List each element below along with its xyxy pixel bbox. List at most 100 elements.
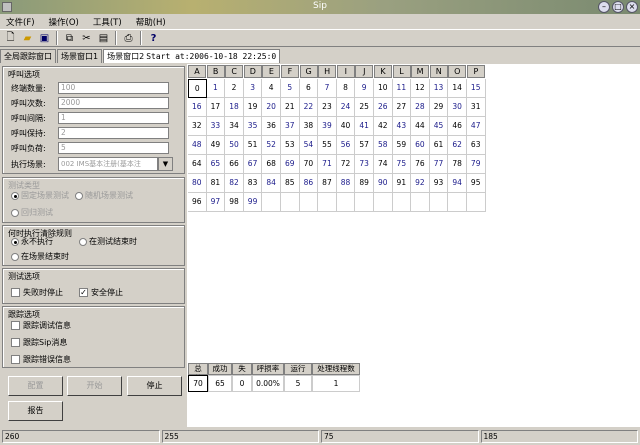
grid-cell[interactable]: 95 — [466, 174, 486, 193]
grid-cell[interactable]: 34 — [225, 117, 244, 136]
grid-cell[interactable]: 35 — [243, 117, 263, 136]
scene-select[interactable]: 002 IMS基本注册(基本注 — [58, 157, 158, 171]
grid-cell[interactable]: 98 — [225, 193, 244, 212]
grid-cell[interactable]: 66 — [225, 155, 244, 174]
grid-cell[interactable]: 16 — [188, 98, 207, 117]
grid-cell[interactable]: 22 — [299, 98, 319, 117]
grid-cell[interactable]: 49 — [206, 136, 226, 155]
grid-cell[interactable] — [318, 193, 337, 212]
grid-cell[interactable]: 37 — [280, 117, 300, 136]
menu-help[interactable]: 帮助(H) — [136, 16, 166, 28]
grid-cell[interactable]: 82 — [225, 174, 244, 193]
open-folder-icon[interactable]: ▰ — [20, 31, 35, 46]
grid-cell[interactable] — [299, 193, 319, 212]
grid-cell[interactable]: 40 — [336, 117, 356, 136]
grid-cell[interactable]: 78 — [448, 155, 467, 174]
grid-cell[interactable]: 30 — [448, 98, 467, 117]
grid-cell[interactable]: 10 — [373, 79, 393, 98]
grid-cell[interactable]: 47 — [466, 117, 486, 136]
grid-cell[interactable]: 28 — [411, 98, 430, 117]
grid-cell[interactable] — [280, 193, 300, 212]
grid-cell[interactable]: 50 — [225, 136, 244, 155]
grid-cell[interactable] — [392, 193, 412, 212]
call-hold-input[interactable]: 2 — [58, 127, 169, 139]
grid-cell[interactable] — [373, 193, 393, 212]
grid-cell[interactable] — [336, 193, 356, 212]
grid-cell[interactable]: 1 — [206, 79, 226, 98]
grid-cell[interactable]: 69 — [280, 155, 300, 174]
grid-cell[interactable]: 46 — [448, 117, 467, 136]
close-icon[interactable]: × — [626, 1, 638, 13]
grid-cell[interactable]: 14 — [448, 79, 467, 98]
grid-cell[interactable]: 59 — [392, 136, 412, 155]
grid-cell[interactable]: 4 — [262, 79, 281, 98]
grid-cell[interactable]: 25 — [355, 98, 374, 117]
call-interval-input[interactable]: 1 — [58, 112, 169, 124]
grid-cell[interactable]: 60 — [411, 136, 430, 155]
grid-cell[interactable]: 38 — [299, 117, 319, 136]
grid-cell[interactable]: 54 — [299, 136, 319, 155]
grid-cell[interactable]: 74 — [373, 155, 393, 174]
grid-cell[interactable] — [262, 193, 281, 212]
call-load-input[interactable]: 5 — [58, 142, 169, 154]
grid-cell[interactable]: 8 — [336, 79, 356, 98]
grid-cell[interactable]: 2 — [225, 79, 244, 98]
print-icon[interactable]: ⎙ — [121, 31, 136, 46]
grid-cell[interactable]: 17 — [206, 98, 226, 117]
tab-scene-2[interactable]: 场景窗口2 Start at:2006-10-18 22:25:0 — [103, 49, 281, 63]
grid-cell[interactable]: 44 — [411, 117, 430, 136]
grid-cell[interactable]: 57 — [355, 136, 374, 155]
grid-cell[interactable]: 85 — [280, 174, 300, 193]
radio-never[interactable]: 永不执行 — [11, 236, 53, 247]
grid-cell[interactable]: 63 — [466, 136, 486, 155]
grid-cell[interactable]: 56 — [336, 136, 356, 155]
tab-global-trace[interactable]: 全局跟踪窗口 — [0, 49, 56, 63]
grid-cell[interactable]: 52 — [262, 136, 281, 155]
new-file-icon[interactable]: 🗋 — [3, 31, 18, 46]
help-icon[interactable]: ? — [146, 31, 161, 46]
grid-cell[interactable]: 11 — [392, 79, 412, 98]
grid-cell[interactable]: 32 — [188, 117, 207, 136]
grid-cell[interactable]: 13 — [429, 79, 449, 98]
radio-on-test-end[interactable]: 在测试结束时 — [79, 236, 137, 247]
grid-cell[interactable] — [411, 193, 430, 212]
grid-cell[interactable]: 76 — [411, 155, 430, 174]
terminal-count-input[interactable]: 100 — [58, 82, 169, 94]
grid-cell[interactable]: 53 — [280, 136, 300, 155]
grid-cell[interactable]: 26 — [373, 98, 393, 117]
grid-cell[interactable]: 5 — [280, 79, 300, 98]
grid-cell[interactable]: 36 — [262, 117, 281, 136]
grid-cell[interactable]: 12 — [411, 79, 430, 98]
grid-cell[interactable]: 41 — [355, 117, 374, 136]
chevron-down-icon[interactable]: ▼ — [158, 157, 173, 171]
grid-cell[interactable]: 29 — [429, 98, 449, 117]
config-button[interactable]: 配置 — [8, 376, 63, 396]
grid-cell[interactable]: 96 — [188, 193, 207, 212]
grid-cell[interactable]: 91 — [392, 174, 412, 193]
grid-cell[interactable]: 87 — [318, 174, 337, 193]
grid-cell[interactable]: 3 — [243, 79, 263, 98]
checkbox-trace-debug[interactable]: 跟踪调试信息 — [11, 320, 71, 331]
checkbox-trace-sip[interactable]: 跟踪Sip消息 — [11, 337, 67, 348]
grid-cell[interactable]: 45 — [429, 117, 449, 136]
grid-cell[interactable]: 33 — [206, 117, 226, 136]
grid-cell[interactable]: 94 — [448, 174, 467, 193]
grid-cell[interactable]: 86 — [299, 174, 319, 193]
radio-fixed-scene[interactable]: 固定场景测试 — [11, 190, 69, 201]
grid-cell[interactable]: 81 — [206, 174, 226, 193]
grid-cell[interactable]: 15 — [466, 79, 486, 98]
copy-icon[interactable]: ⧉ — [62, 31, 77, 46]
save-icon[interactable]: ▣ — [37, 31, 52, 46]
checkbox-trace-error[interactable]: 跟踪错误信息 — [11, 354, 71, 365]
menu-file[interactable]: 文件(F) — [6, 16, 35, 28]
grid-cell[interactable]: 51 — [243, 136, 263, 155]
grid-cell[interactable]: 80 — [188, 174, 207, 193]
menu-operation[interactable]: 操作(O) — [49, 16, 79, 28]
report-button[interactable]: 报告 — [8, 401, 63, 421]
grid-cell[interactable]: 43 — [392, 117, 412, 136]
grid-cell[interactable]: 21 — [280, 98, 300, 117]
grid-cell[interactable]: 39 — [318, 117, 337, 136]
grid-cell[interactable]: 79 — [466, 155, 486, 174]
grid-cell[interactable]: 75 — [392, 155, 412, 174]
grid-cell[interactable]: 93 — [429, 174, 449, 193]
